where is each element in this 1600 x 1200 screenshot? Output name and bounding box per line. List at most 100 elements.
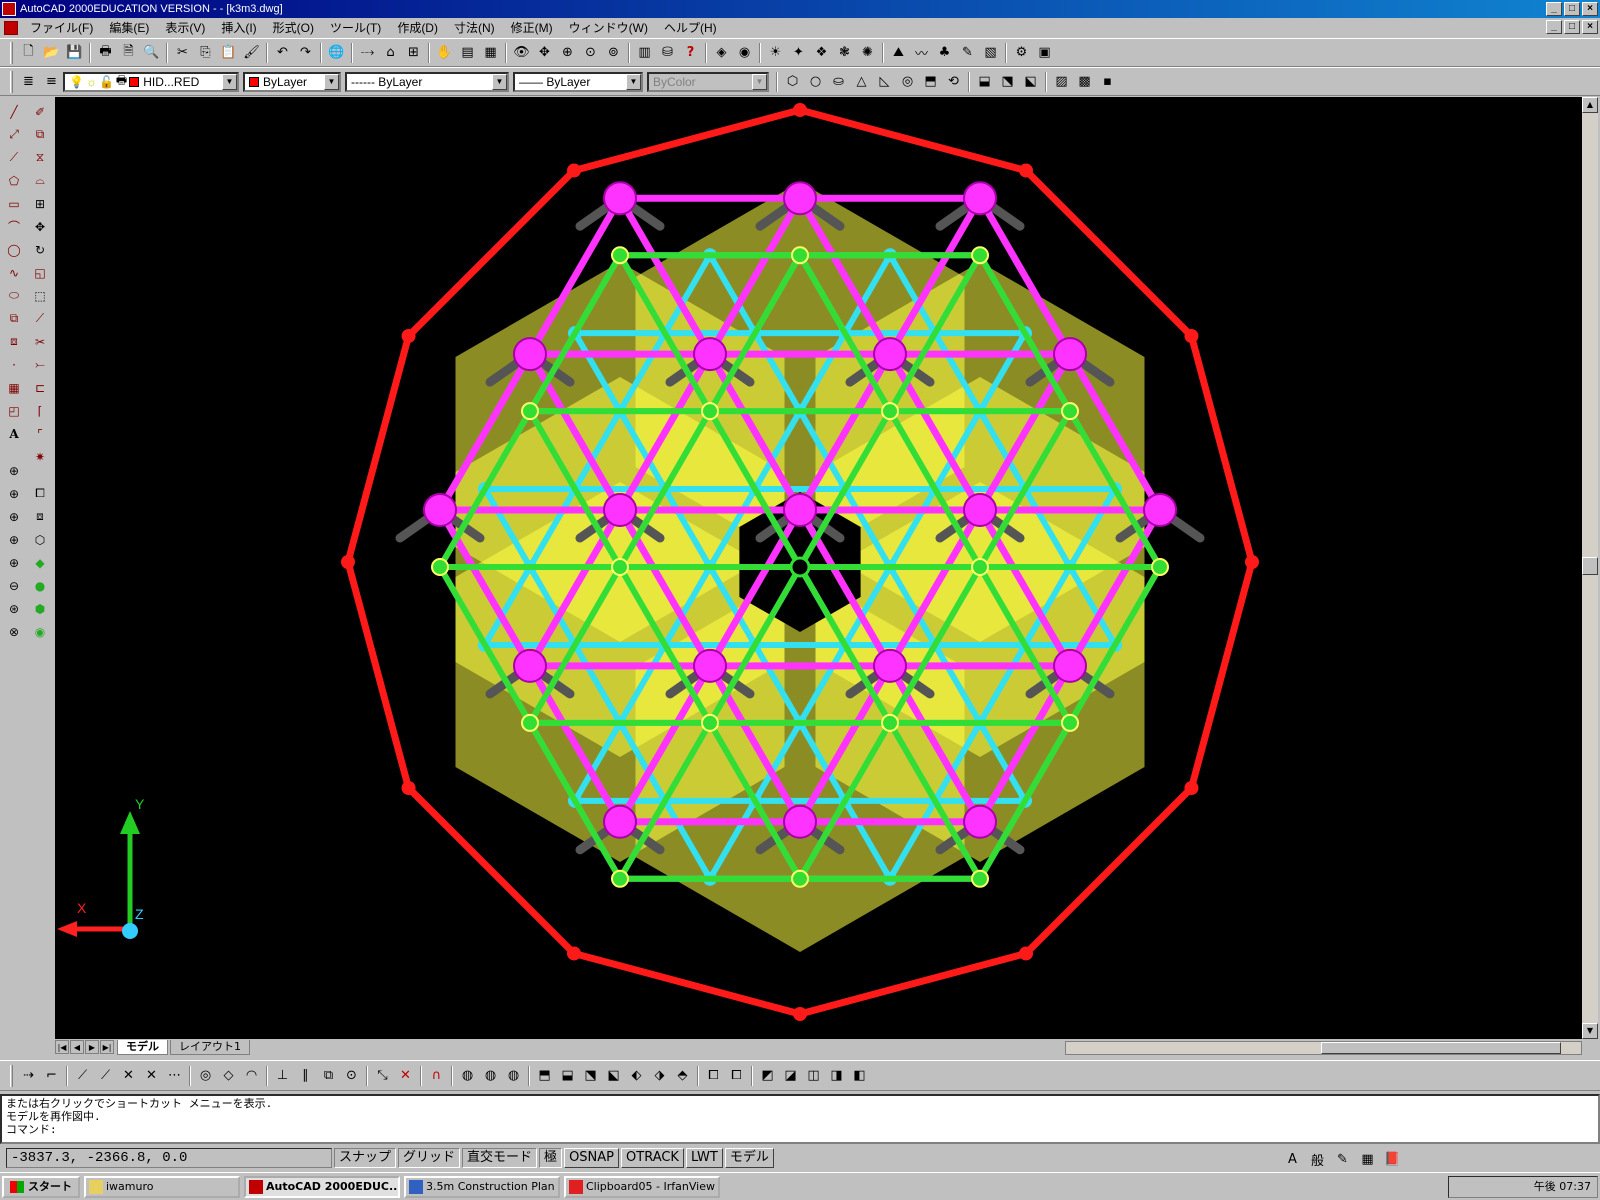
linetype-dropdown[interactable]: ------ ByLayer ▼ xyxy=(345,71,509,92)
offset-icon[interactable]: ⌓ xyxy=(29,169,51,192)
taskbar-item-construction-plan[interactable]: 3.5m Construction Plan -... xyxy=(404,1175,560,1198)
menu-dimension[interactable]: 寸法(N) xyxy=(446,19,503,37)
snap-midpoint-icon[interactable]: ⟋ xyxy=(94,1065,117,1087)
temp-track-icon[interactable]: ⇢ xyxy=(17,1065,40,1087)
cut-icon[interactable]: ✂ xyxy=(171,42,194,64)
zoom-realtime-icon[interactable]: ⊕ xyxy=(556,42,579,64)
zoom-all-icon[interactable]: ⊛ xyxy=(3,597,25,620)
menu-help[interactable]: ヘルプ(H) xyxy=(656,19,725,37)
mtext-icon[interactable]: A xyxy=(3,422,25,445)
osnap-settings-icon[interactable]: ∩ xyxy=(425,1065,448,1087)
grid-toggle[interactable]: グリッド xyxy=(398,1148,461,1168)
materials-icon[interactable]: ▧ xyxy=(979,42,1002,64)
box-icon[interactable]: ⬡ xyxy=(781,71,804,93)
shade-box-icon[interactable]: ⬢ xyxy=(29,597,51,620)
insert-block-icon[interactable]: ⧉ xyxy=(3,307,25,330)
zoom-window-icon[interactable]: ⊙ xyxy=(579,42,602,64)
surface-5-icon[interactable]: ◧ xyxy=(848,1065,871,1087)
menu-insert[interactable]: 挿入(I) xyxy=(213,19,264,37)
new-icon[interactable]: 🗋 xyxy=(17,42,40,64)
erase-icon[interactable]: ✐ xyxy=(29,100,51,123)
solid-edit-2-icon[interactable]: ⬓ xyxy=(556,1065,579,1087)
prev-tab-arrow[interactable]: ◀ xyxy=(70,1040,84,1054)
ime-mode-icon[interactable]: 般 xyxy=(1306,1148,1329,1170)
render-tool-4-icon[interactable]: ❃ xyxy=(833,42,856,64)
first-tab-arrow[interactable]: |◀ xyxy=(55,1040,69,1054)
taskbar-item-iwamuro[interactable]: iwamuro xyxy=(84,1175,240,1198)
snap-parallel-icon[interactable]: ∥ xyxy=(294,1065,317,1087)
view-2-icon[interactable]: ⧠ xyxy=(725,1065,748,1087)
save-icon[interactable]: 💾 xyxy=(63,42,86,64)
fog-icon[interactable]: 〰 xyxy=(910,42,933,64)
circle-icon[interactable]: ◯ xyxy=(3,238,25,261)
layers-icon[interactable]: ≣ xyxy=(17,71,40,93)
design-center-icon[interactable]: ▦ xyxy=(479,42,502,64)
layer-previous-icon[interactable]: ≡ xyxy=(40,71,63,93)
copy-icon[interactable]: ⎘ xyxy=(194,42,217,64)
shade-sphere-icon[interactable]: ◉ xyxy=(29,620,51,643)
print-icon[interactable]: 🖶 xyxy=(94,42,117,64)
find-icon[interactable]: 🔍 xyxy=(140,42,163,64)
extend-icon[interactable]: ⤚ xyxy=(29,353,51,376)
solid-edit-5-icon[interactable]: ⬖ xyxy=(625,1065,648,1087)
view-1-icon[interactable]: ⧠ xyxy=(702,1065,725,1087)
snap-quadrant-icon[interactable]: ◇ xyxy=(217,1065,240,1087)
orbit-2-icon[interactable]: ◍ xyxy=(479,1065,502,1087)
torus-icon[interactable]: ◎ xyxy=(896,71,919,93)
fillet-icon[interactable]: ⌜ xyxy=(29,422,51,445)
render-tool-1-icon[interactable]: ☀ xyxy=(764,42,787,64)
mirror-icon[interactable]: ⧖ xyxy=(29,146,51,169)
vertical-scrollbar[interactable]: ▲ ▼ xyxy=(1582,97,1598,1039)
drawing-canvas[interactable]: Y X Z xyxy=(55,97,1582,1039)
menu-edit[interactable]: 編集(E) xyxy=(101,19,157,37)
surface-4-icon[interactable]: ◨ xyxy=(825,1065,848,1087)
setup-drawing-icon[interactable]: ▨ xyxy=(1050,71,1073,93)
snap-apparent-icon[interactable]: ✕ xyxy=(140,1065,163,1087)
mapping-icon[interactable]: ✎ xyxy=(956,42,979,64)
zoom-in-icon[interactable]: ⊕ xyxy=(3,551,25,574)
osnap-toggle[interactable]: OSNAP xyxy=(564,1148,620,1168)
chevron-down-icon[interactable]: ▼ xyxy=(222,73,237,90)
ime-a-icon[interactable]: A xyxy=(1281,1148,1304,1170)
chevron-down-icon[interactable]: ▼ xyxy=(324,73,339,90)
solid-edit-3-icon[interactable]: ⬔ xyxy=(579,1065,602,1087)
close-button[interactable]: × xyxy=(1582,2,1598,16)
coordinate-display[interactable]: -3837.3, -2366.8, 0.0 xyxy=(6,1148,332,1168)
properties-icon[interactable]: ▤ xyxy=(456,42,479,64)
maximize-button[interactable]: □ xyxy=(1564,2,1580,16)
view-iso-icon[interactable]: ⬡ xyxy=(29,528,51,551)
zoom-previous-icon[interactable]: ⊚ xyxy=(602,42,625,64)
snap-toggle[interactable]: スナップ xyxy=(334,1148,397,1168)
taskbar-item-irfanview[interactable]: Clipboard05 - IrfanView xyxy=(564,1175,720,1198)
chamfer-icon[interactable]: ⌈ xyxy=(29,399,51,422)
cone-icon[interactable]: △ xyxy=(850,71,873,93)
doc-close-button[interactable]: × xyxy=(1582,20,1598,34)
hatch-icon[interactable]: ▦ xyxy=(3,376,25,399)
scroll-down-arrow[interactable]: ▼ xyxy=(1582,1023,1598,1039)
revolve-icon[interactable]: ⟲ xyxy=(942,71,965,93)
wedge-icon[interactable]: ◺ xyxy=(873,71,896,93)
start-button[interactable]: スタート xyxy=(2,1175,80,1198)
paste-icon[interactable]: 📋 xyxy=(217,42,240,64)
zoom-extents-icon[interactable]: ⊗ xyxy=(3,620,25,643)
ime-pad-icon[interactable]: ▦ xyxy=(1356,1148,1379,1170)
orbit-3-icon[interactable]: ◍ xyxy=(502,1065,525,1087)
ortho-toggle[interactable]: 直交モード xyxy=(462,1148,538,1168)
snap-intersection-icon[interactable]: ✕ xyxy=(117,1065,140,1087)
arc-icon[interactable]: ⌒ xyxy=(3,215,25,238)
view-bottom-icon[interactable]: ⧈ xyxy=(29,505,51,528)
region-icon[interactable]: ◰ xyxy=(3,399,25,422)
tab-model[interactable]: モデル xyxy=(117,1039,168,1055)
solid-edit-4-icon[interactable]: ⬕ xyxy=(602,1065,625,1087)
render-tool-2-icon[interactable]: ✦ xyxy=(787,42,810,64)
sphere-icon[interactable]: ○ xyxy=(804,71,827,93)
array-icon[interactable]: ⊞ xyxy=(29,192,51,215)
zoom-window-left-icon[interactable]: ⊕ xyxy=(3,459,25,482)
rotate-icon[interactable]: ↻ xyxy=(29,238,51,261)
scale-icon[interactable]: ◱ xyxy=(29,261,51,284)
surface-2-icon[interactable]: ◪ xyxy=(779,1065,802,1087)
snap-node-icon[interactable]: ⊙ xyxy=(340,1065,363,1087)
make-block-icon[interactable]: ⧈ xyxy=(3,330,25,353)
orbit-1-icon[interactable]: ◍ xyxy=(456,1065,479,1087)
print-preview-icon[interactable]: 🗎 xyxy=(117,42,140,64)
